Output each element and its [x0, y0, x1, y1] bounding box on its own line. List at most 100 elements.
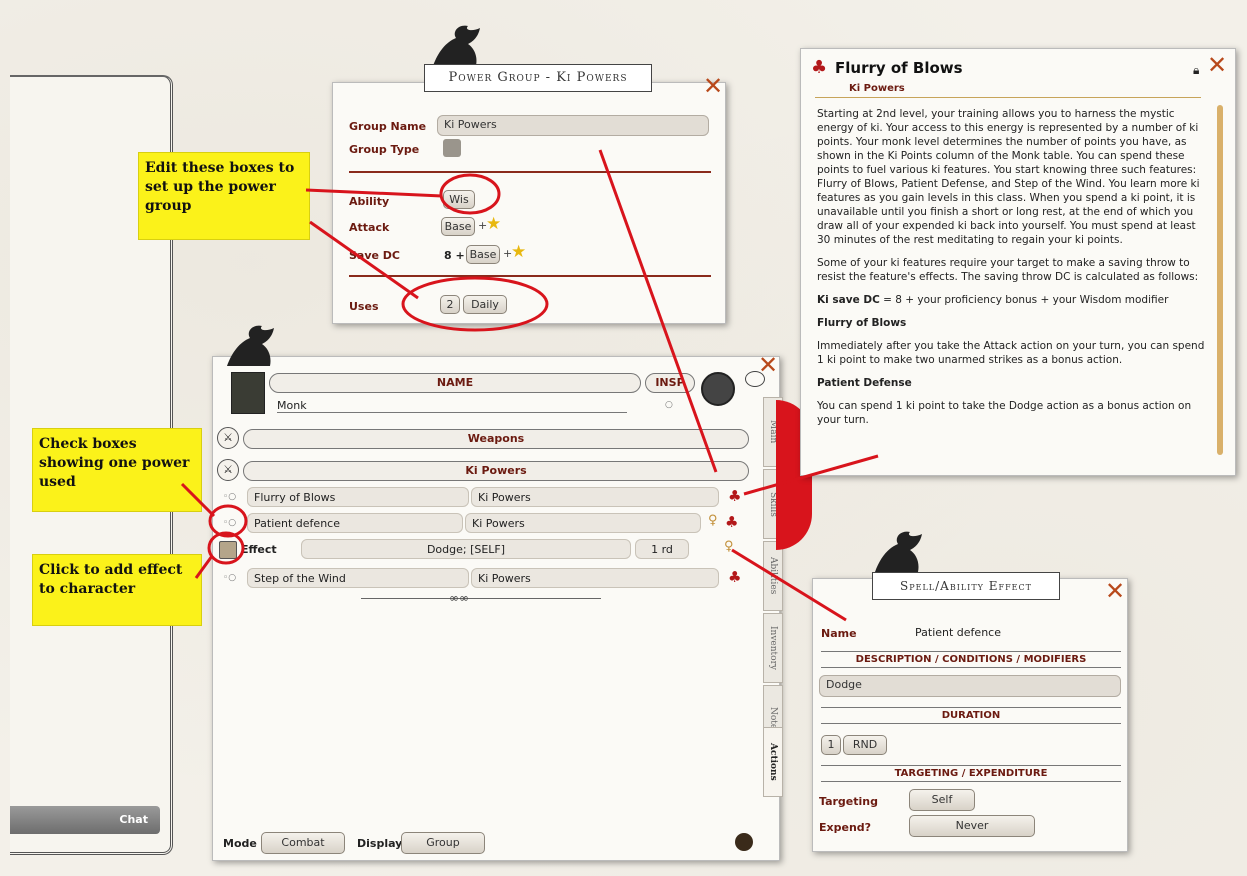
desc-paragraph: Immediately after you take the Attack ac… [817, 340, 1205, 366]
weapons-toggle-icon[interactable]: ⚔ [217, 427, 239, 449]
dragon-icon [227, 325, 274, 366]
close-icon[interactable]: ✕ [703, 74, 723, 98]
callout-edit-boxes: Edit these boxes to set up the power gro… [138, 152, 310, 240]
callout-check-boxes: Check boxes showing one power used [32, 428, 202, 512]
subtitle-rule [815, 97, 1201, 98]
tab-inventory[interactable]: Inventory [763, 613, 783, 683]
char-name-dot: ○ [665, 400, 673, 410]
expend-label: Expend? [819, 821, 872, 834]
desc-heading: Patient Defense [817, 377, 912, 389]
effect-label: Effect [241, 543, 277, 556]
edit-icon[interactable] [735, 833, 753, 851]
power-group-field[interactable]: Ki Powers [465, 513, 701, 533]
power-used-checkbox[interactable]: ◦○ [223, 518, 236, 528]
power-name-field[interactable]: Step of the Wind [247, 568, 469, 588]
desc-paragraph: Starting at 2nd level, your training all… [817, 108, 1200, 246]
character-name[interactable]: Monk [277, 399, 627, 413]
dragon-icon [433, 25, 480, 67]
attack-bonus-star-icon[interactable]: ★ [486, 216, 501, 233]
mode-label: Mode [223, 837, 257, 850]
power-used-checkbox[interactable]: ◦○ [223, 573, 236, 583]
chat-label: Chat [119, 813, 148, 826]
ability-selector[interactable]: Wis [443, 190, 475, 209]
save-dc-base-selector[interactable]: Base [466, 245, 500, 264]
lock-icon[interactable]: 🔒︎ [1193, 63, 1199, 78]
scrollbar[interactable] [1217, 105, 1223, 455]
attack-base-selector[interactable]: Base [441, 217, 475, 236]
display-label: Display [357, 837, 403, 850]
power-group-field[interactable]: Ki Powers [471, 568, 719, 588]
effect-description-field[interactable]: Dodge [819, 675, 1121, 697]
uses-count-field[interactable]: 2 [440, 295, 460, 314]
uses-label: Uses [349, 300, 379, 313]
callout-click-add: Click to add effect to character [32, 554, 202, 626]
save-dc-label: Save DC [349, 249, 401, 262]
power-description-window: ♣ Flurry of Blows 🔒︎ ✕ Ki Powers Startin… [800, 48, 1236, 476]
weapons-header[interactable]: Weapons [243, 429, 749, 449]
save-dc-bonus-star-icon[interactable]: ★ [511, 244, 526, 261]
power-subtitle: Ki Powers [849, 83, 905, 94]
dragon-icon [875, 531, 922, 572]
power-dragon-icon: ♣ [811, 57, 828, 78]
ki-save-formula: = 8 + your proficiency bonus + your Wisd… [879, 294, 1169, 306]
group-name-field[interactable]: Ki Powers [437, 115, 709, 136]
tab-actions[interactable]: Actions [763, 727, 783, 797]
key-icon[interactable]: ♀ [724, 539, 734, 554]
power-used-checkbox[interactable]: ◦○ [223, 492, 236, 502]
divider [349, 275, 711, 277]
power-description: Starting at 2nd level, your training all… [817, 107, 1211, 436]
power-group-title: Power Group - Ki Powers [424, 64, 652, 92]
dragon-link-icon[interactable]: ♣ [728, 570, 741, 585]
ki-powers-header[interactable]: Ki Powers [243, 461, 749, 481]
group-type-toggle[interactable] [443, 139, 461, 157]
group-name-label: Group Name [349, 120, 427, 133]
ornament-icon: ∞∞ [449, 591, 469, 605]
divider [349, 171, 711, 173]
portrait[interactable] [231, 372, 265, 414]
targeting-selector[interactable]: Self [909, 789, 975, 811]
desc-paragraph: Ki save DC = 8 + your proficiency bonus … [817, 293, 1211, 307]
duration-number[interactable]: 1 [821, 735, 841, 755]
save-dc-prefix: 8 + [444, 249, 465, 262]
uses-period-selector[interactable]: Daily [463, 295, 507, 314]
duration-header: DURATION [821, 707, 1121, 724]
key-icon[interactable]: ♀ [708, 513, 718, 528]
desc-paragraph: Some of your ki features require your ta… [817, 257, 1199, 283]
display-selector[interactable]: Group [401, 832, 485, 854]
ki-powers-toggle-icon[interactable]: ⚔ [217, 459, 239, 481]
power-name-field[interactable]: Flurry of Blows [247, 487, 469, 507]
targeting-header: TARGETING / EXPENDITURE [821, 765, 1121, 782]
spell-effect-window: ✕ Name Patient defence DESCRIPTION / CON… [812, 578, 1128, 852]
inspiration-label: INSP [645, 373, 695, 393]
targeting-label: Targeting [819, 795, 879, 808]
close-icon[interactable]: ✕ [1207, 53, 1227, 77]
dragon-link-icon[interactable]: ♣ [725, 515, 738, 530]
effect-window-title: Spell/Ability Effect [872, 572, 1060, 600]
power-group-field[interactable]: Ki Powers [471, 487, 719, 507]
power-group-window: ✕ Group Name Ki Powers Group Type Abilit… [332, 74, 726, 324]
effect-duration-field[interactable]: 1 rd [635, 539, 689, 559]
name-header: NAME [269, 373, 641, 393]
duration-unit-selector[interactable]: RND [843, 735, 887, 755]
dragon-link-icon[interactable]: ♣ [728, 489, 741, 504]
mode-selector[interactable]: Combat [261, 832, 345, 854]
speech-bubble-icon[interactable] [745, 371, 765, 387]
ki-save-label: Ki save DC [817, 294, 880, 306]
expend-selector[interactable]: Never [909, 815, 1035, 837]
ability-label: Ability [349, 195, 390, 208]
character-sheet-window: ✕ NAME INSP Monk ○ ⚔ Weapons ⚔ Ki Powers… [212, 353, 783, 861]
effect-value-field[interactable]: Dodge; [SELF] [301, 539, 631, 559]
effect-name-value[interactable]: Patient defence [915, 626, 1001, 639]
tab-abilities[interactable]: Abilities [763, 541, 783, 611]
add-effect-icon[interactable] [219, 541, 237, 559]
desc-heading: Flurry of Blows [817, 317, 907, 329]
section-divider-ornament [361, 598, 601, 599]
effect-name-label: Name [821, 627, 857, 640]
power-name-field[interactable]: Patient defence [247, 513, 463, 533]
close-icon[interactable]: ✕ [1105, 579, 1125, 603]
desc-paragraph: You can spend 1 ki point to take the Dod… [817, 400, 1192, 426]
desc-header: DESCRIPTION / CONDITIONS / MODIFIERS [821, 651, 1121, 668]
chat-tab[interactable]: Chat [10, 806, 160, 834]
inspiration-toggle[interactable] [701, 372, 735, 406]
attack-label: Attack [349, 221, 390, 234]
